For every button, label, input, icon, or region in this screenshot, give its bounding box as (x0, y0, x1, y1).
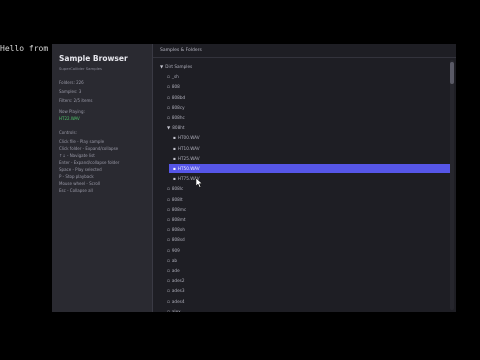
folder-icon: ▫ (167, 186, 170, 192)
scrollbar-thumb[interactable] (450, 62, 454, 84)
tree-item-label: HT50.WAV (177, 166, 200, 171)
folder-item[interactable]: ▫ ade (167, 266, 180, 275)
file-icon: ▪ (173, 155, 176, 161)
sample-file-item[interactable]: ▪ HT25.WAV (173, 154, 200, 163)
tree-item-label: HT10.WAV (177, 145, 200, 151)
tree-item-label: ab (171, 257, 178, 263)
mouse-pointer-icon (196, 178, 203, 188)
folder-item[interactable]: ▫ ades4 (167, 297, 185, 306)
file-icon: ▪ (173, 166, 176, 171)
control-hint: P - Stop playback (59, 174, 94, 179)
folder-item[interactable]: ▫ 808lc (167, 184, 183, 193)
folder-icon: ▫ (167, 247, 170, 253)
folder-item[interactable]: ▫ 808cy (167, 103, 185, 112)
control-hint: Click folder - Expand/collapse (59, 146, 119, 151)
stat-samples: Samples: 3 (59, 89, 82, 94)
folder-icon: ▫ (167, 237, 170, 243)
chevron-down-icon: ▼ (167, 125, 171, 131)
tree-item-label: 808mc (171, 206, 187, 212)
sample-file-item[interactable]: ▪ HT50.WAV (169, 164, 453, 173)
folder-item[interactable]: ▫ 808lt (167, 195, 183, 204)
tree-item-label: ade (171, 268, 180, 273)
folder-icon: ▫ (167, 196, 170, 202)
tree-item-label: 808cy (171, 104, 185, 110)
sample-file-item[interactable]: ▪ HT00.WAV (173, 133, 200, 142)
folder-icon: ▫ (167, 288, 170, 294)
folder-icon: ▫ (167, 74, 170, 80)
tree-item-label: 808ht (172, 125, 185, 131)
control-hint: ↑↓ - Navigate list (59, 153, 95, 158)
tree-item-label: ades2 (171, 278, 185, 284)
tree-item-label: Dirt Samples (165, 64, 193, 69)
folder-item[interactable]: ▫ 808mt (167, 215, 186, 224)
folder-icon: ▫ (167, 298, 170, 304)
folder-icon: ▫ (167, 94, 170, 100)
controls-title: Controls: (59, 130, 77, 135)
folder-icon: ▫ (167, 104, 170, 110)
tree-item-label: 808oh (171, 227, 186, 233)
folder-icon: ▫ (167, 84, 170, 90)
folder-item[interactable]: ▫ 808hc (167, 113, 185, 122)
folder-item[interactable]: ▫ 808sd (167, 235, 185, 244)
folder-item[interactable]: ▫ 909 (167, 246, 180, 255)
tree-item-label: 808bd (171, 94, 186, 100)
folder-icon: ▫ (167, 278, 170, 284)
folder-item[interactable]: ▫ _sh (167, 72, 179, 81)
folder-icon: ▫ (167, 257, 170, 263)
control-hint: Space - Play selected (59, 167, 102, 172)
tree-item-label: HT25.WAV (177, 155, 200, 161)
tree-item-label: ades4 (171, 298, 185, 304)
tree-item-label: 808lc (171, 186, 184, 192)
tree-item-label: _sh (171, 74, 179, 80)
panel-header: Samples & Folders (160, 48, 202, 53)
file-icon: ▪ (173, 145, 176, 151)
file-icon: ▪ (173, 176, 176, 182)
folder-item[interactable]: ▫ 808oh (167, 225, 185, 234)
tree-item-label: HT00.WAV (177, 135, 200, 141)
sample-browser-window: Sample Browser SuperCollider Samples Fol… (52, 44, 456, 312)
folder-item[interactable]: ▫ ades2 (167, 276, 185, 285)
folder-item[interactable]: ▫ ades3 (167, 286, 185, 295)
tree-item-label: ades3 (171, 288, 185, 294)
tree-item-label: 909 (171, 247, 180, 253)
header-divider (153, 57, 456, 58)
tree-item-label: 808lt (171, 196, 183, 202)
scrollbar[interactable] (450, 60, 454, 310)
stat-folders: Folders: 226 (59, 80, 84, 85)
folder-item[interactable]: ▫ 808 (167, 82, 180, 91)
folder-icon: ▫ (167, 308, 170, 312)
tree-item-label: 808mt (171, 217, 186, 222)
folder-icon: ▫ (167, 268, 170, 273)
folder-item[interactable]: ▫ 808mc (167, 205, 186, 214)
tree-item-label: alex (171, 308, 181, 312)
now-playing-value: HT22.WAV (59, 116, 80, 121)
app-subtitle: SuperCollider Samples (59, 66, 102, 71)
folder-item[interactable]: ▫ alex (167, 307, 181, 312)
sample-file-item[interactable]: ▪ HT10.WAV (173, 144, 200, 153)
control-hint: Esc - Collapse all (59, 188, 93, 193)
now-playing-label: Now Playing: (59, 109, 85, 114)
control-hint: Mouse wheel - Scroll (59, 181, 101, 186)
folder-icon: ▫ (167, 115, 170, 120)
tree-item-label: 808 (171, 84, 180, 90)
folder-item[interactable]: ▫ ab (167, 256, 177, 265)
app-title: Sample Browser (59, 54, 128, 63)
stat-filters: Filters: 2/5 items (59, 98, 93, 103)
tree-item-label: 808hc (171, 115, 185, 120)
folder-icon: ▫ (167, 227, 170, 233)
file-icon: ▪ (173, 135, 176, 141)
folder-item[interactable]: ▼ 808ht (167, 123, 185, 132)
control-hint: Click file - Play sample (59, 139, 105, 144)
folder-item[interactable]: ▫ 808bd (167, 93, 185, 102)
folder-item[interactable]: ▼ Dirt Samples (160, 62, 192, 71)
folder-icon: ▫ (167, 217, 170, 222)
tree-item-label: 808sd (171, 237, 185, 243)
control-hint: Enter - Expand/collapse folder (59, 160, 120, 165)
sidebar: Sample Browser SuperCollider Samples Fol… (52, 44, 153, 312)
folder-icon: ▫ (167, 206, 170, 212)
chevron-down-icon: ▼ (160, 64, 164, 69)
